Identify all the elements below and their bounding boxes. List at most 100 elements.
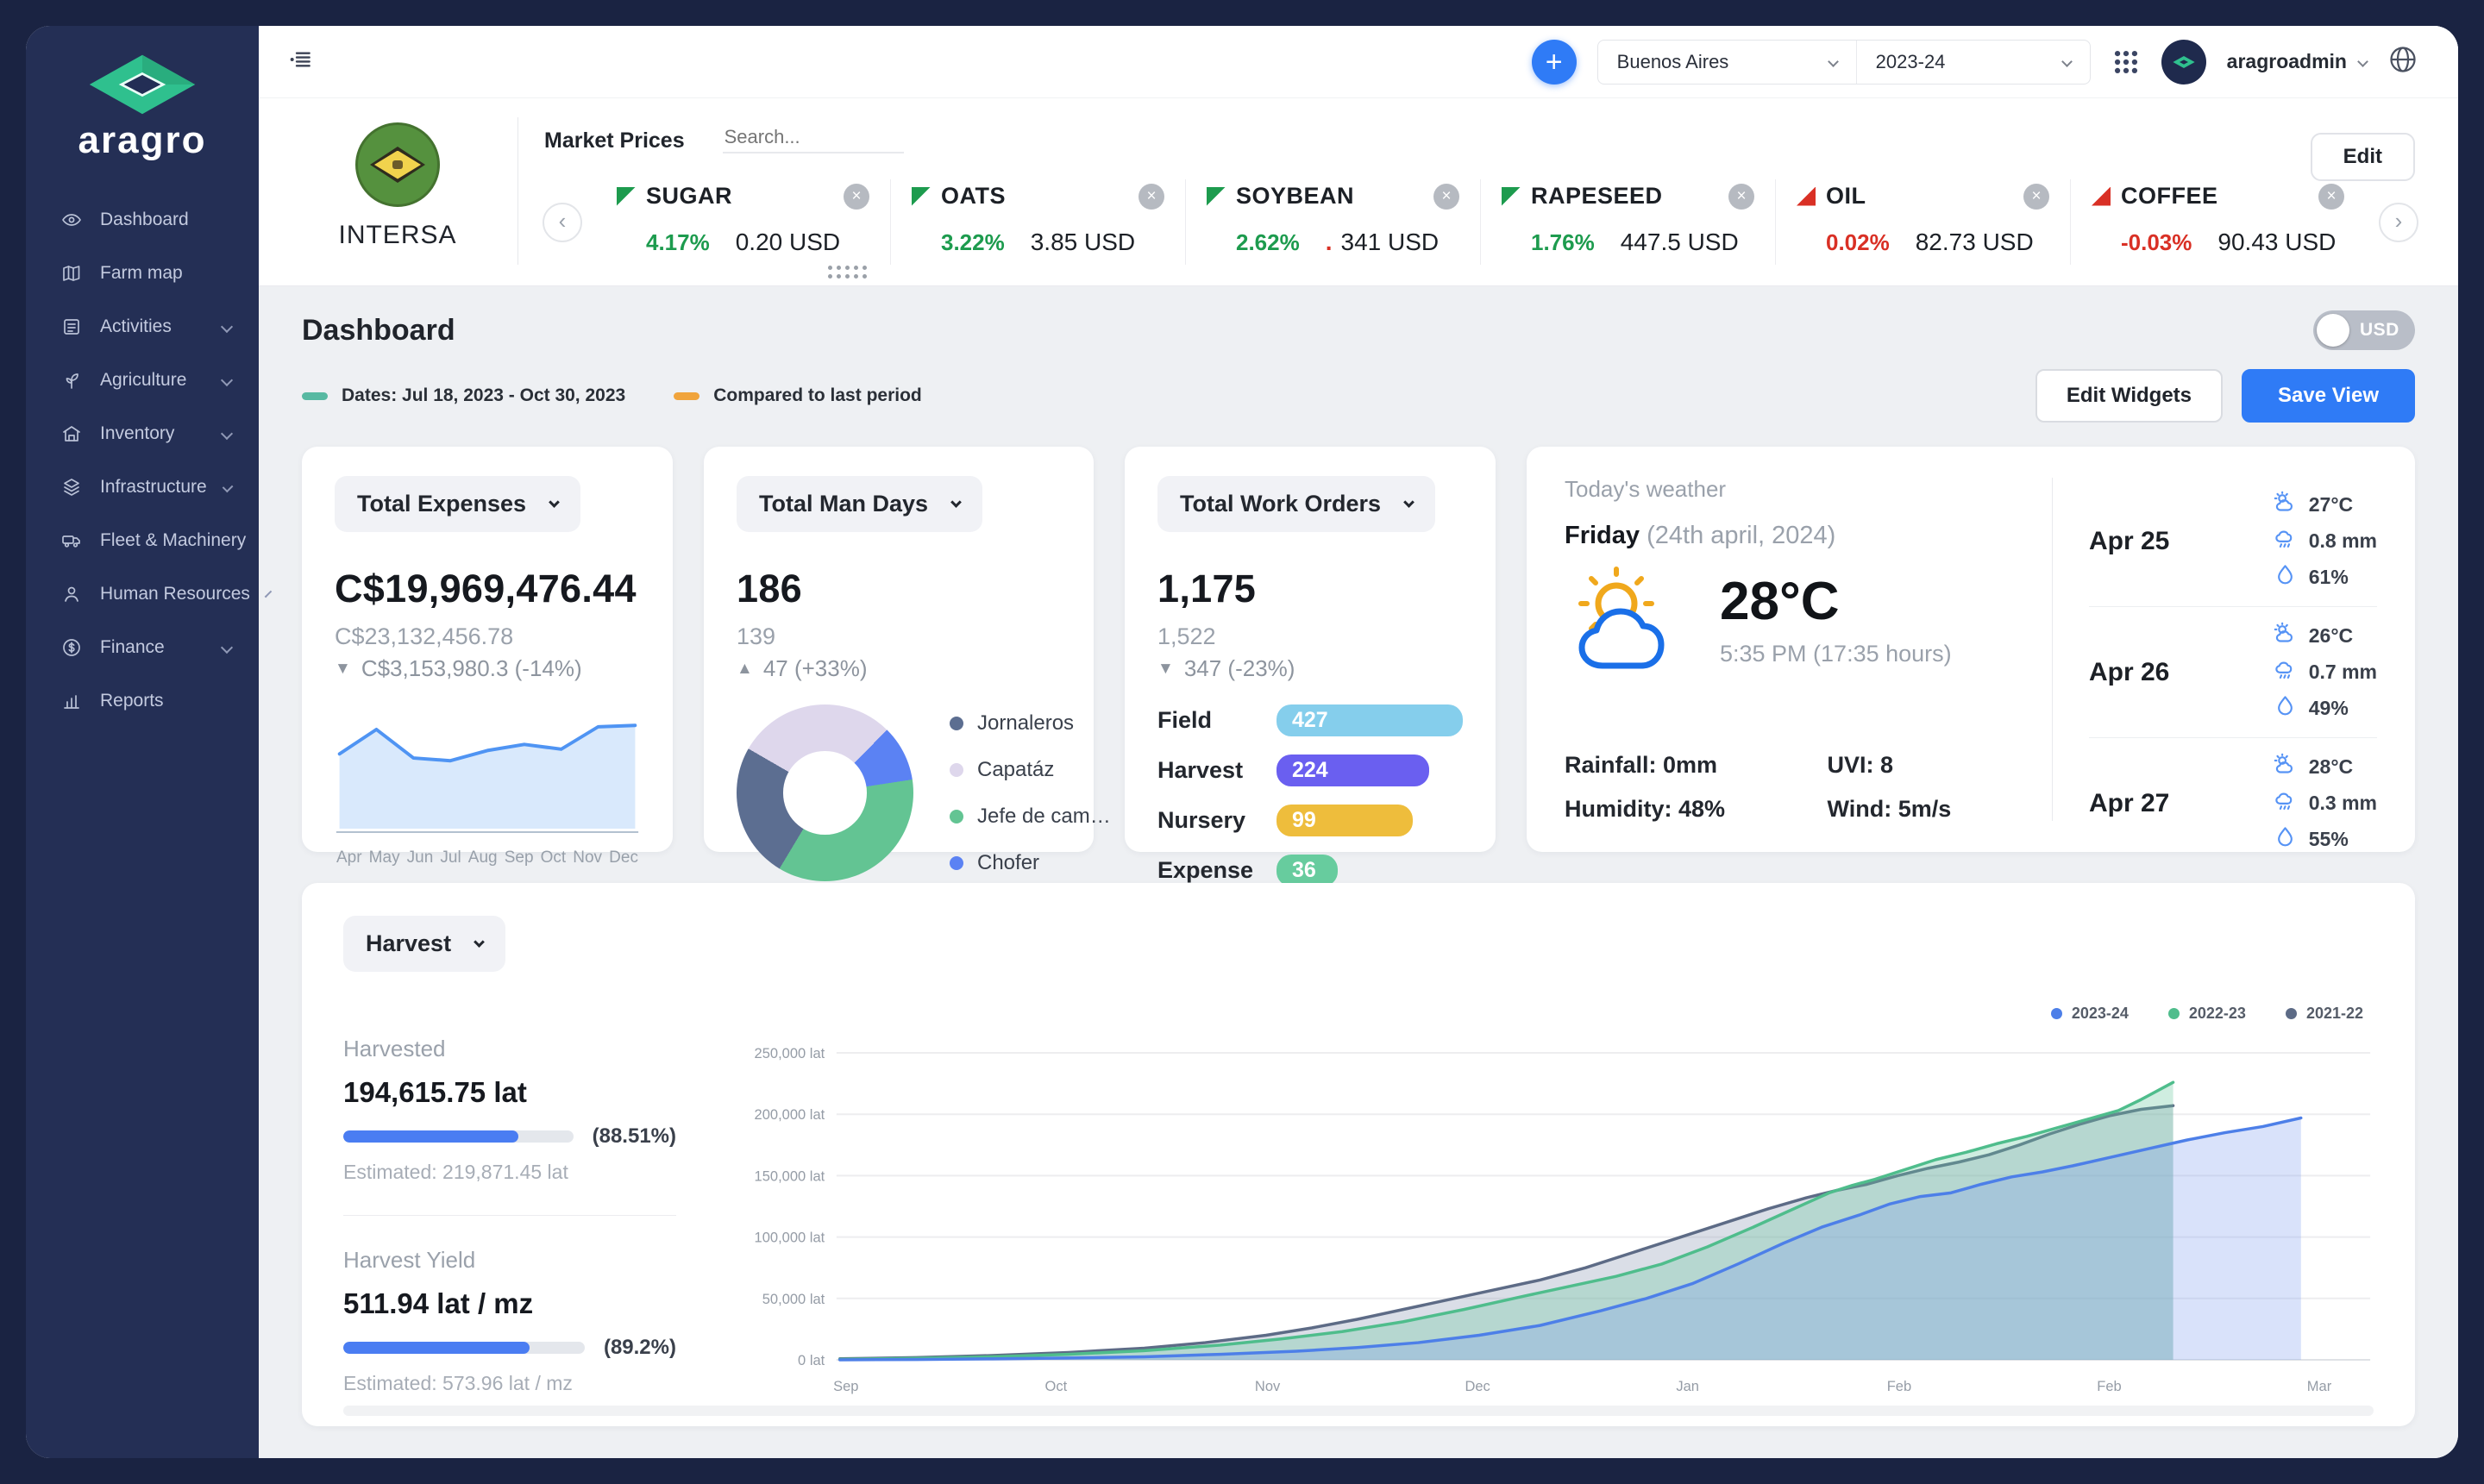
work-order-bar: 36 [1276,855,1338,886]
sidebar-item-dashboard[interactable]: Dashboard [26,193,259,247]
change-percent: 1.76% [1531,229,1595,256]
close-icon[interactable]: × [2318,184,2344,210]
user-menu[interactable]: aragroadmin [2227,50,2367,73]
sidebar-item-activities[interactable]: Activities [26,300,259,354]
close-icon[interactable]: × [1138,184,1164,210]
yield-value: 511.94 lat / mz [343,1287,676,1320]
harvest-stats: Harvested 194,615.75 lat (88.51%) Estima… [343,1010,714,1414]
sidebar-item-fleet-machinery[interactable]: Fleet & Machinery [26,514,259,567]
edit-button[interactable]: Edit [2311,133,2415,181]
sidebar-item-inventory[interactable]: Inventory [26,407,259,460]
sidebar-item-agriculture[interactable]: Agriculture [26,354,259,407]
svg-text:0 lat: 0 lat [798,1352,825,1368]
total-work-orders-dropdown[interactable]: Total Work Orders [1157,476,1435,532]
sidebar-item-farm-map[interactable]: Farm map [26,247,259,300]
chevron-down-icon [221,642,233,654]
date-legend: Dates: Jul 18, 2023 - Oct 30, 2023 Compa… [302,385,922,406]
sidebar-item-finance[interactable]: Finance [26,621,259,674]
work-orders-value: 1,175 [1157,567,1463,611]
sidebar-collapse-icon[interactable] [286,46,314,78]
sidebar-item-human-resources[interactable]: Human Resources [26,567,259,621]
sidebar-item-reports[interactable]: Reports [26,674,259,728]
svg-text:250,000 lat: 250,000 lat [755,1045,825,1061]
dates-legend-swatch [302,392,328,400]
infrastructure-icon [60,476,83,498]
drag-handle[interactable] [828,266,867,279]
market-card-sugar[interactable]: SUGAR×4.17%0.20 USD [596,179,890,265]
market-header: Market Prices [543,114,2418,153]
close-icon[interactable]: × [1433,184,1459,210]
weather-rainfall: Rainfall: 0mm [1565,752,1814,779]
harvest-chart-area: 2023-242022-232021-22 0 lat50,000 lat100… [714,1010,2374,1414]
horizontal-scrollbar[interactable] [343,1406,2374,1416]
avatar[interactable] [2161,40,2206,85]
donut-legend: JornalerosCapatázJefe de cam…Chofer [950,711,1111,875]
work-order-category: Field [1157,707,1276,734]
expenses-chart-x-labels: AprMayJunJulAugSepOctNovDec [335,848,640,867]
market-card-rapeseed[interactable]: RAPESEED×1.76%447.5 USD [1480,179,1775,265]
close-icon[interactable]: × [1728,184,1754,210]
triangle-up-icon: ▲ [737,660,753,679]
region-select[interactable]: Buenos Aires [1598,41,1857,84]
market-main: Market Prices ‹ SUGAR×4.17%0.20 USD OATS ×… [543,114,2418,265]
market-card-oil[interactable]: OIL×0.02%82.73 USD [1775,179,2070,265]
close-icon[interactable]: × [844,184,869,210]
rain-cloud-icon [2274,789,2297,817]
harvest-dropdown[interactable]: Harvest [343,916,505,972]
compare-legend-label: Compared to last period [713,385,922,406]
inventory-icon [60,423,83,445]
sidebar-item-infrastructure[interactable]: Infrastructure [26,460,259,514]
save-view-button[interactable]: Save View [2242,369,2415,423]
triangle-down-icon: ▼ [335,660,351,679]
total-expenses-title: Total Expenses [357,491,526,517]
brand-diamond-icon [88,52,197,117]
globe-icon[interactable] [2387,44,2418,79]
chevron-down-icon [221,321,233,333]
sun-cloud-icon [2274,753,2297,781]
work-order-bar-row: Expense36 [1157,855,1463,886]
forecast-day: Apr 25 [2089,527,2169,556]
edit-widgets-button[interactable]: Edit Widgets [2036,369,2223,423]
currency-toggle[interactable]: USD [2313,310,2415,350]
season-select[interactable]: 2023-24 [1857,41,2090,84]
chart-legend-label: 2021-22 [2306,1005,2363,1023]
hr-icon [60,583,83,605]
apps-grid-icon[interactable] [2111,47,2141,77]
market-card-coffee[interactable]: COFFEE×-0.03%90.43 USD [2070,179,2365,265]
ticker-prev-button[interactable]: ‹ [543,203,582,242]
legend-dot-icon [950,810,963,823]
forecast-row: Apr 2728°C0.3 mm55% [2089,737,2377,868]
sidebar-item-label: Agriculture [100,370,186,391]
total-man-days-dropdown[interactable]: Total Man Days [737,476,982,532]
donut-chart [737,704,913,881]
market-prices-panel: INTERSA Market Prices ‹ SUGAR×4.17%0.20 … [259,98,2458,286]
total-man-days-widget: Total Man Days 186 139 ▲ 47 (+33%) Jorna… [704,447,1094,852]
work-order-bar: 427 [1276,704,1463,736]
price-value: 3.85 USD [1031,229,1135,256]
yield-block: Harvest Yield 511.94 lat / mz (89.2%) Es… [343,1247,676,1395]
man-days-chart: JornalerosCapatázJefe de cam…Chofer [737,704,1061,881]
x-tick-label: Oct [541,848,567,867]
price-value: 447.5 USD [1621,229,1739,256]
total-expenses-dropdown[interactable]: Total Expenses [335,476,580,532]
username: aragroadmin [2227,50,2347,73]
market-card-soybean[interactable]: SOYBEAN×2.62%.341 USD [1185,179,1480,265]
man-days-value: 186 [737,567,1061,611]
harvest-chart-legend: 2023-242022-232021-22 [2051,1005,2363,1023]
chevron-down-icon [950,497,962,508]
chevron-down-icon [221,428,233,440]
add-button[interactable]: + [1532,40,1577,85]
chevron-down-icon [221,374,233,386]
season-select-value: 2023-24 [1876,51,1946,73]
close-icon[interactable]: × [2023,184,2049,210]
search-input[interactable] [723,122,904,153]
droplet-icon [2274,694,2297,723]
trend-down-icon [617,187,636,206]
market-card-oats[interactable]: OATS×3.22%3.85 USD [890,179,1185,265]
price-value: 0.20 USD [736,229,840,256]
forecast-rain: 0.3 mm [2274,789,2377,817]
commodity-name: OATS [941,183,1006,210]
sidebar-item-label: Inventory [100,423,174,444]
ticker-next-button[interactable]: › [2379,203,2418,242]
trend-down-icon [912,187,931,206]
